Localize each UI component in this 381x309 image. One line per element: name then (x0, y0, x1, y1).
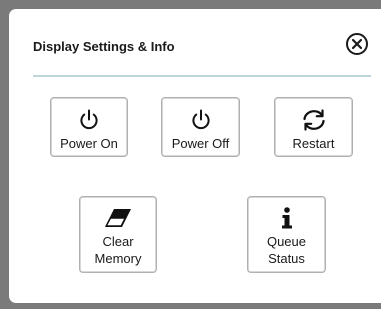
restart-button[interactable]: Restart (274, 97, 353, 157)
restart-label: Restart (292, 136, 335, 151)
power-on-button[interactable]: Power On (50, 97, 128, 157)
queue-status-button[interactable]: Queue Status (247, 196, 326, 273)
clear-memory-button[interactable]: Clear Memory (79, 196, 157, 273)
power-on-label: Power On (60, 136, 118, 151)
dialog-title: Display Settings & Info (33, 39, 175, 54)
power-icon (80, 109, 98, 130)
refresh-icon (302, 109, 325, 131)
dialog-header: Display Settings & Info (9, 9, 381, 79)
clear-memory-label-line1: Clear (102, 234, 134, 249)
info-icon (281, 207, 292, 229)
display-settings-dialog: Display Settings & Info Power On Power O… (9, 9, 381, 303)
power-off-label: Power Off (171, 136, 230, 151)
close-button[interactable] (345, 32, 369, 56)
eraser-icon (105, 209, 131, 227)
queue-status-label-line2: Status (268, 251, 305, 266)
queue-status-label-line1: Queue (266, 234, 307, 249)
clear-memory-label-line2: Memory (94, 251, 142, 266)
power-off-button[interactable]: Power Off (161, 97, 240, 157)
power-icon (191, 109, 210, 130)
header-divider (33, 75, 371, 77)
close-circle-icon (346, 33, 368, 55)
